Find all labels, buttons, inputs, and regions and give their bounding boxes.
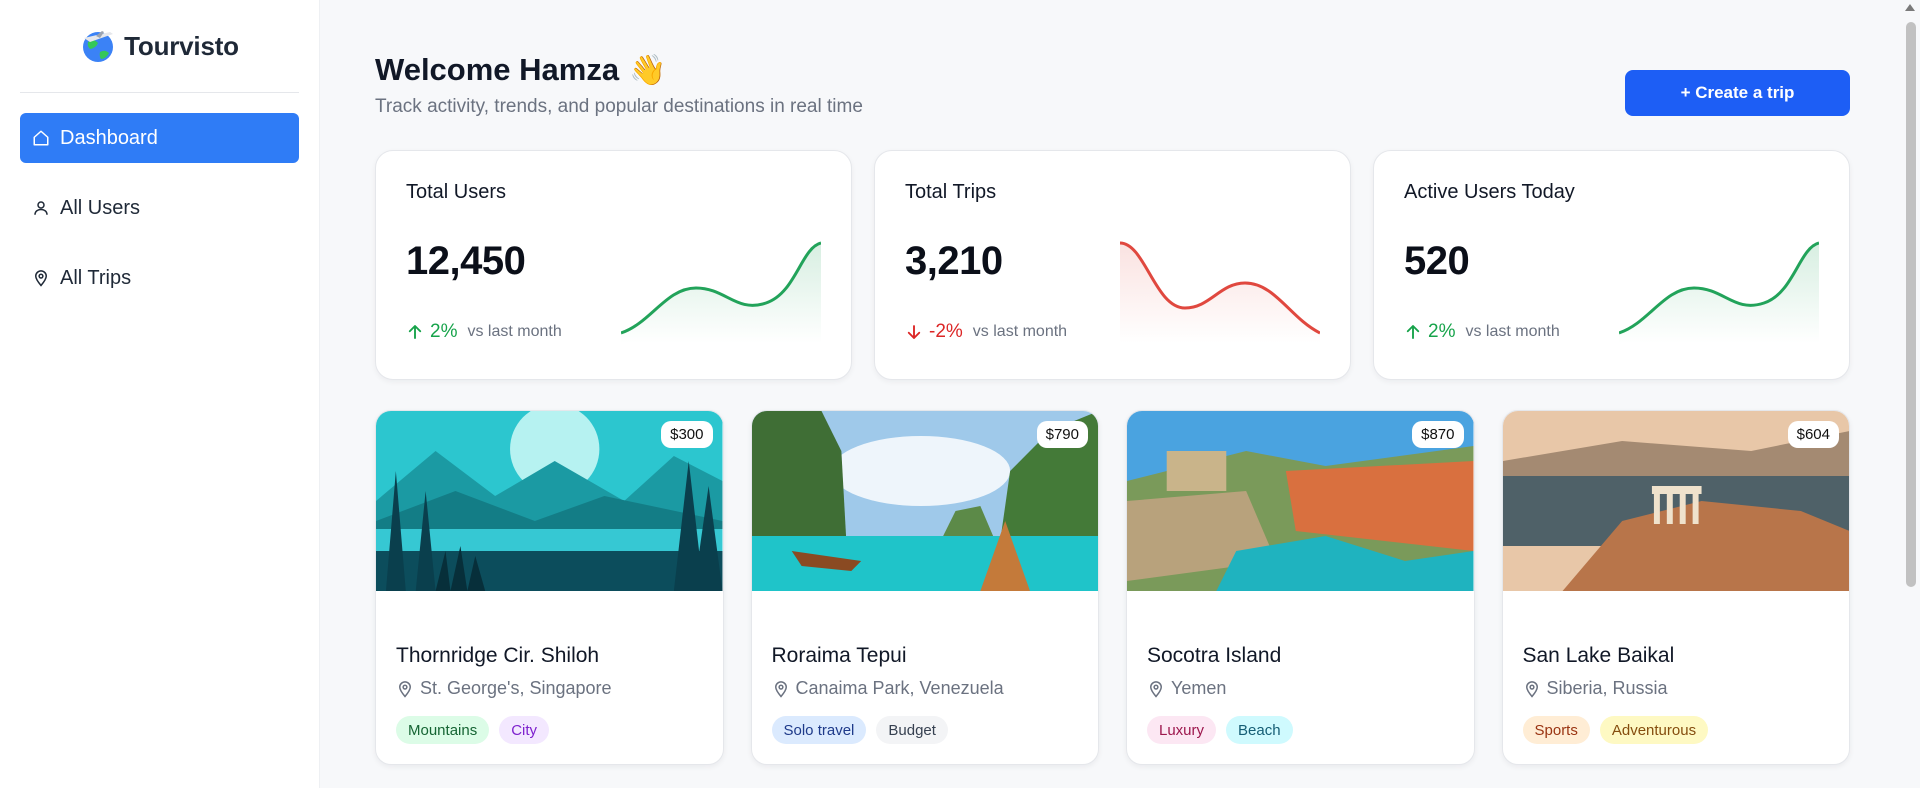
sidebar: Tourvisto Dashboard All Users All Trips [0, 0, 320, 788]
brand-name: Tourvisto [124, 30, 239, 61]
stat-card-total-users: Total Users 12,450 2% vs last month [375, 150, 852, 380]
tag[interactable]: Sports [1522, 716, 1590, 744]
map-pin-icon [774, 680, 787, 698]
stat-change-period: vs last month [972, 323, 1068, 340]
tag[interactable]: Budget [876, 716, 948, 744]
tag[interactable]: Luxury [1147, 716, 1217, 744]
stat-value: 12,450 [406, 239, 526, 283]
trip-name: Thornridge Cir. Shiloh [396, 644, 600, 667]
price-badge: $790 [1036, 421, 1088, 448]
sidebar-item-label: Dashboard [60, 126, 158, 149]
home-icon [33, 130, 49, 146]
stat-value: 3,210 [905, 239, 1003, 283]
trip-location: Yemen [1147, 678, 1226, 699]
price-badge: $870 [1412, 421, 1464, 448]
stats-row: Total Users 12,450 2% vs last month Tota… [375, 150, 1850, 380]
stat-change: 2% vs last month [1404, 321, 1560, 343]
trip-card[interactable]: $870 Socotra Island Yemen Luxury Beach [1126, 410, 1475, 765]
map-pin-icon [1525, 680, 1538, 698]
trip-card[interactable]: $790 Roraima Tepui Canaima Park, Venezue… [750, 410, 1099, 765]
vertical-scrollbar[interactable] [1906, 22, 1916, 587]
sparkline-up [1619, 241, 1819, 343]
price-badge: $300 [661, 421, 713, 448]
create-trip-button[interactable]: + Create a trip [1625, 70, 1850, 116]
trip-tags: Mountains City [396, 716, 550, 744]
price-badge: $604 [1787, 421, 1839, 448]
trip-location: Siberia, Russia [1523, 678, 1668, 699]
brand[interactable]: Tourvisto [20, 0, 299, 93]
map-pin-icon [398, 680, 412, 698]
sidebar-item-all-trips[interactable]: All Trips [20, 253, 299, 303]
trip-name: Roraima Tepui [771, 644, 907, 667]
tag[interactable]: Beach [1226, 716, 1293, 744]
sidebar-item-all-users[interactable]: All Users [20, 183, 299, 233]
stat-change-percent: 2% [430, 321, 458, 342]
trip-location: Canaima Park, Venezuela [772, 678, 1004, 699]
tag[interactable]: City [499, 716, 550, 744]
trip-location-text: Canaima Park, Venezuela [795, 678, 1004, 698]
globe-plane-icon [83, 31, 114, 62]
sparkline-down [1120, 241, 1320, 343]
stat-change-period: vs last month [467, 323, 562, 340]
tag[interactable]: Adventurous [1599, 716, 1709, 744]
trip-tags: Sports Adventurous [1522, 716, 1709, 744]
trip-name: San Lake Baikal [1522, 644, 1675, 667]
waving-hand-icon: 👋 [629, 53, 667, 87]
stat-title: Total Users [406, 181, 507, 203]
sparkline-up [621, 241, 821, 343]
trip-location-text: Yemen [1171, 678, 1227, 698]
trip-name: Socotra Island [1147, 644, 1282, 667]
map-pin-icon [1149, 680, 1163, 698]
sidebar-item-label: All Users [60, 196, 141, 219]
map-pin-icon [34, 270, 48, 287]
arrow-up-icon [408, 325, 422, 339]
stat-title: Active Users Today [1404, 181, 1575, 203]
page-header: Welcome Hamza 👋 Track activity, trends, … [375, 52, 1850, 122]
trip-tags: Solo travel Budget [771, 716, 948, 744]
sidebar-item-label: All Trips [60, 266, 132, 289]
stat-card-active-users-today: Active Users Today 520 2% vs last month [1373, 150, 1850, 380]
trip-tags: Luxury Beach [1147, 716, 1293, 744]
stat-change-percent: -2% [929, 321, 963, 342]
scroll-up-arrow-icon[interactable] [1905, 4, 1915, 11]
tag[interactable]: Mountains [396, 716, 490, 744]
tag[interactable]: Solo travel [771, 716, 867, 744]
trip-cards-row: $300 Thornridge Cir. Shiloh St. George's… [375, 410, 1850, 765]
arrow-up-icon [1406, 325, 1420, 339]
sidebar-item-dashboard[interactable]: Dashboard [20, 113, 299, 163]
trip-location-text: St. George's, Singapore [420, 678, 612, 698]
trip-location: St. George's, Singapore [396, 678, 612, 699]
stat-change: -2% vs last month [905, 321, 1067, 343]
stat-change-percent: 2% [1428, 321, 1456, 342]
arrow-down-icon [907, 325, 921, 339]
stat-title: Total Trips [905, 181, 997, 203]
welcome-text: Welcome Hamza [375, 52, 620, 87]
stat-value: 520 [1404, 239, 1470, 283]
trip-card[interactable]: $300 Thornridge Cir. Shiloh St. George's… [375, 410, 724, 765]
stat-change-period: vs last month [1465, 323, 1560, 340]
trip-location-text: Siberia, Russia [1546, 678, 1668, 698]
stat-card-total-trips: Total Trips 3,210 -2% vs last month [874, 150, 1351, 380]
stat-change: 2% vs last month [406, 321, 562, 343]
trip-card[interactable]: $604 San Lake Baikal Siberia, Russia Spo… [1501, 410, 1850, 765]
user-icon [34, 201, 48, 215]
sidebar-nav: Dashboard All Users All Trips [0, 93, 319, 323]
